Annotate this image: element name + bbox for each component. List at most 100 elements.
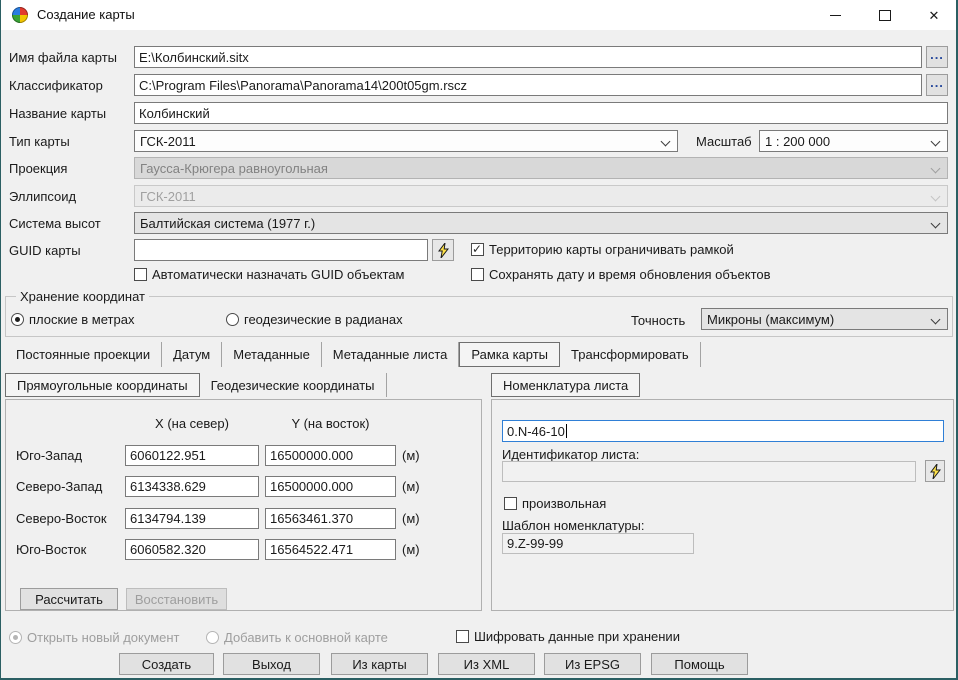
classifier-input[interactable] [134, 74, 922, 96]
sheet-id-input [502, 461, 916, 482]
guid-label: GUID карты [9, 243, 81, 258]
radio-icon [11, 313, 24, 326]
close-button[interactable]: ✕ [912, 0, 956, 30]
coord-storage-legend: Хранение координат [16, 289, 149, 304]
text-caret [566, 424, 567, 438]
nomenclature-value: 0.N-46-10 [507, 424, 565, 439]
nw-label: Северо-Запад [16, 479, 102, 494]
precision-label: Точность [631, 313, 685, 328]
nw-x-input[interactable] [125, 476, 259, 497]
tab-sheet-metadata[interactable]: Метаданные листа [322, 342, 460, 367]
tab-rectangular-coords[interactable]: Прямоугольные координаты [5, 373, 200, 397]
template-input: 9.Z-99-99 [502, 533, 694, 554]
col-y-header: Y (на восток) [265, 416, 396, 431]
nw-unit: (м) [402, 479, 420, 494]
open-new-document-label: Открыть новый документ [27, 630, 180, 645]
exit-button[interactable]: Выход [223, 653, 320, 675]
calculate-button[interactable]: Рассчитать [20, 588, 118, 610]
ne-x-input[interactable] [125, 508, 259, 529]
open-new-document-radio: Открыть новый документ [9, 629, 180, 645]
limit-frame-label: Территорию карты ограничивать рамкой [489, 242, 734, 257]
height-system-label: Система высот [9, 216, 101, 231]
create-button[interactable]: Создать [119, 653, 214, 675]
titlebar: Создание карты ✕ [1, 0, 956, 30]
encrypt-checkbox[interactable]: Шифровать данные при хранении [456, 628, 680, 644]
ellipsoid-label: Эллипсоид [9, 189, 76, 204]
ne-y-input[interactable] [265, 508, 396, 529]
save-datetime-label: Сохранять дату и время обновления объект… [489, 267, 771, 282]
sw-unit: (м) [402, 448, 420, 463]
template-label: Шаблон номенклатуры: [502, 518, 645, 533]
projection-label: Проекция [9, 161, 67, 176]
scale-value: 1 : 200 000 [765, 134, 830, 149]
from-map-button[interactable]: Из карты [331, 653, 428, 675]
flat-meters-radio[interactable]: плоские в метрах [11, 311, 134, 327]
tab-sheet-nomenclature[interactable]: Номенклатура листа [491, 373, 640, 397]
window-title: Создание карты [37, 7, 135, 22]
tab-geodesic-coords[interactable]: Геодезические координаты [200, 373, 387, 397]
chevron-down-icon [931, 219, 941, 229]
sheet-id-label: Идентификатор листа: [502, 447, 639, 462]
precision-select[interactable]: Микроны (максимум) [701, 308, 948, 330]
height-system-select[interactable]: Балтийская система (1977 г.) [134, 212, 948, 234]
file-browse-button[interactable]: ... [926, 46, 948, 68]
se-x-input[interactable] [125, 539, 259, 560]
chevron-down-icon [931, 164, 941, 174]
chevron-down-icon [931, 315, 941, 325]
add-to-main-map-label: Добавить к основной карте [224, 630, 388, 645]
scale-select[interactable]: 1 : 200 000 [759, 130, 948, 152]
auto-guid-label: Автоматически назначать GUID объектам [152, 267, 404, 282]
geodesic-radians-radio[interactable]: геодезические в радианах [226, 311, 403, 327]
radio-icon [206, 631, 219, 644]
tab-permanent-projections[interactable]: Постоянные проекции [5, 342, 162, 367]
tab-datum[interactable]: Датум [162, 342, 222, 367]
ellipsoid-select: ГСК-2011 [134, 185, 948, 207]
from-epsg-button[interactable]: Из EPSG [544, 653, 641, 675]
generate-sheet-id-button[interactable] [925, 460, 945, 482]
main-tabs: Постоянные проекции Датум Метаданные Мет… [5, 342, 701, 367]
map-name-input[interactable] [134, 102, 948, 124]
se-label: Юго-Восток [16, 542, 86, 557]
guid-input[interactable] [134, 239, 428, 261]
arbitrary-checkbox[interactable]: произвольная [504, 495, 606, 511]
se-y-input[interactable] [265, 539, 396, 560]
checkbox-icon [471, 243, 484, 256]
minimize-button[interactable] [813, 0, 857, 30]
checkbox-icon [504, 497, 517, 510]
tab-transform[interactable]: Трансформировать [560, 342, 701, 367]
ne-unit: (м) [402, 511, 420, 526]
nw-y-input[interactable] [265, 476, 396, 497]
tab-metadata[interactable]: Метаданные [222, 342, 322, 367]
projection-value: Гаусса-Крюгера равноугольная [140, 161, 328, 176]
map-type-select[interactable]: ГСК-2011 [134, 130, 678, 152]
chevron-down-icon [661, 137, 671, 147]
precision-value: Микроны (максимум) [707, 312, 834, 327]
add-to-main-map-radio: Добавить к основной карте [206, 629, 388, 645]
chevron-down-icon [931, 192, 941, 202]
close-icon: ✕ [929, 9, 940, 22]
map-name-label: Название карты [9, 106, 106, 121]
maximize-icon [879, 10, 891, 21]
sw-x-input[interactable] [125, 445, 259, 466]
ellipsoid-value: ГСК-2011 [140, 189, 196, 204]
nomenclature-input[interactable]: 0.N-46-10 [502, 420, 944, 442]
limit-frame-checkbox[interactable]: Территорию карты ограничивать рамкой [471, 241, 734, 257]
classifier-browse-button[interactable]: ... [926, 74, 948, 96]
file-name-label: Имя файла карты [9, 50, 117, 65]
file-name-input[interactable] [134, 46, 922, 68]
tab-map-frame[interactable]: Рамка карты [459, 342, 560, 367]
auto-guid-checkbox[interactable]: Автоматически назначать GUID объектам [134, 266, 404, 282]
map-type-label: Тип карты [9, 134, 70, 149]
help-button[interactable]: Помощь [651, 653, 748, 675]
checkbox-icon [456, 630, 469, 643]
save-datetime-checkbox[interactable]: Сохранять дату и время обновления объект… [471, 266, 771, 282]
sheet-nomenclature-panel: 0.N-46-10 Идентификатор листа: произволь… [491, 399, 954, 611]
restore-button: Восстановить [126, 588, 227, 610]
se-unit: (м) [402, 542, 420, 557]
app-icon [12, 7, 28, 23]
sheet-tabs: Номенклатура листа [491, 373, 640, 397]
sw-y-input[interactable] [265, 445, 396, 466]
from-xml-button[interactable]: Из XML [438, 653, 535, 675]
maximize-button[interactable] [863, 0, 907, 30]
generate-guid-button[interactable] [432, 239, 454, 261]
